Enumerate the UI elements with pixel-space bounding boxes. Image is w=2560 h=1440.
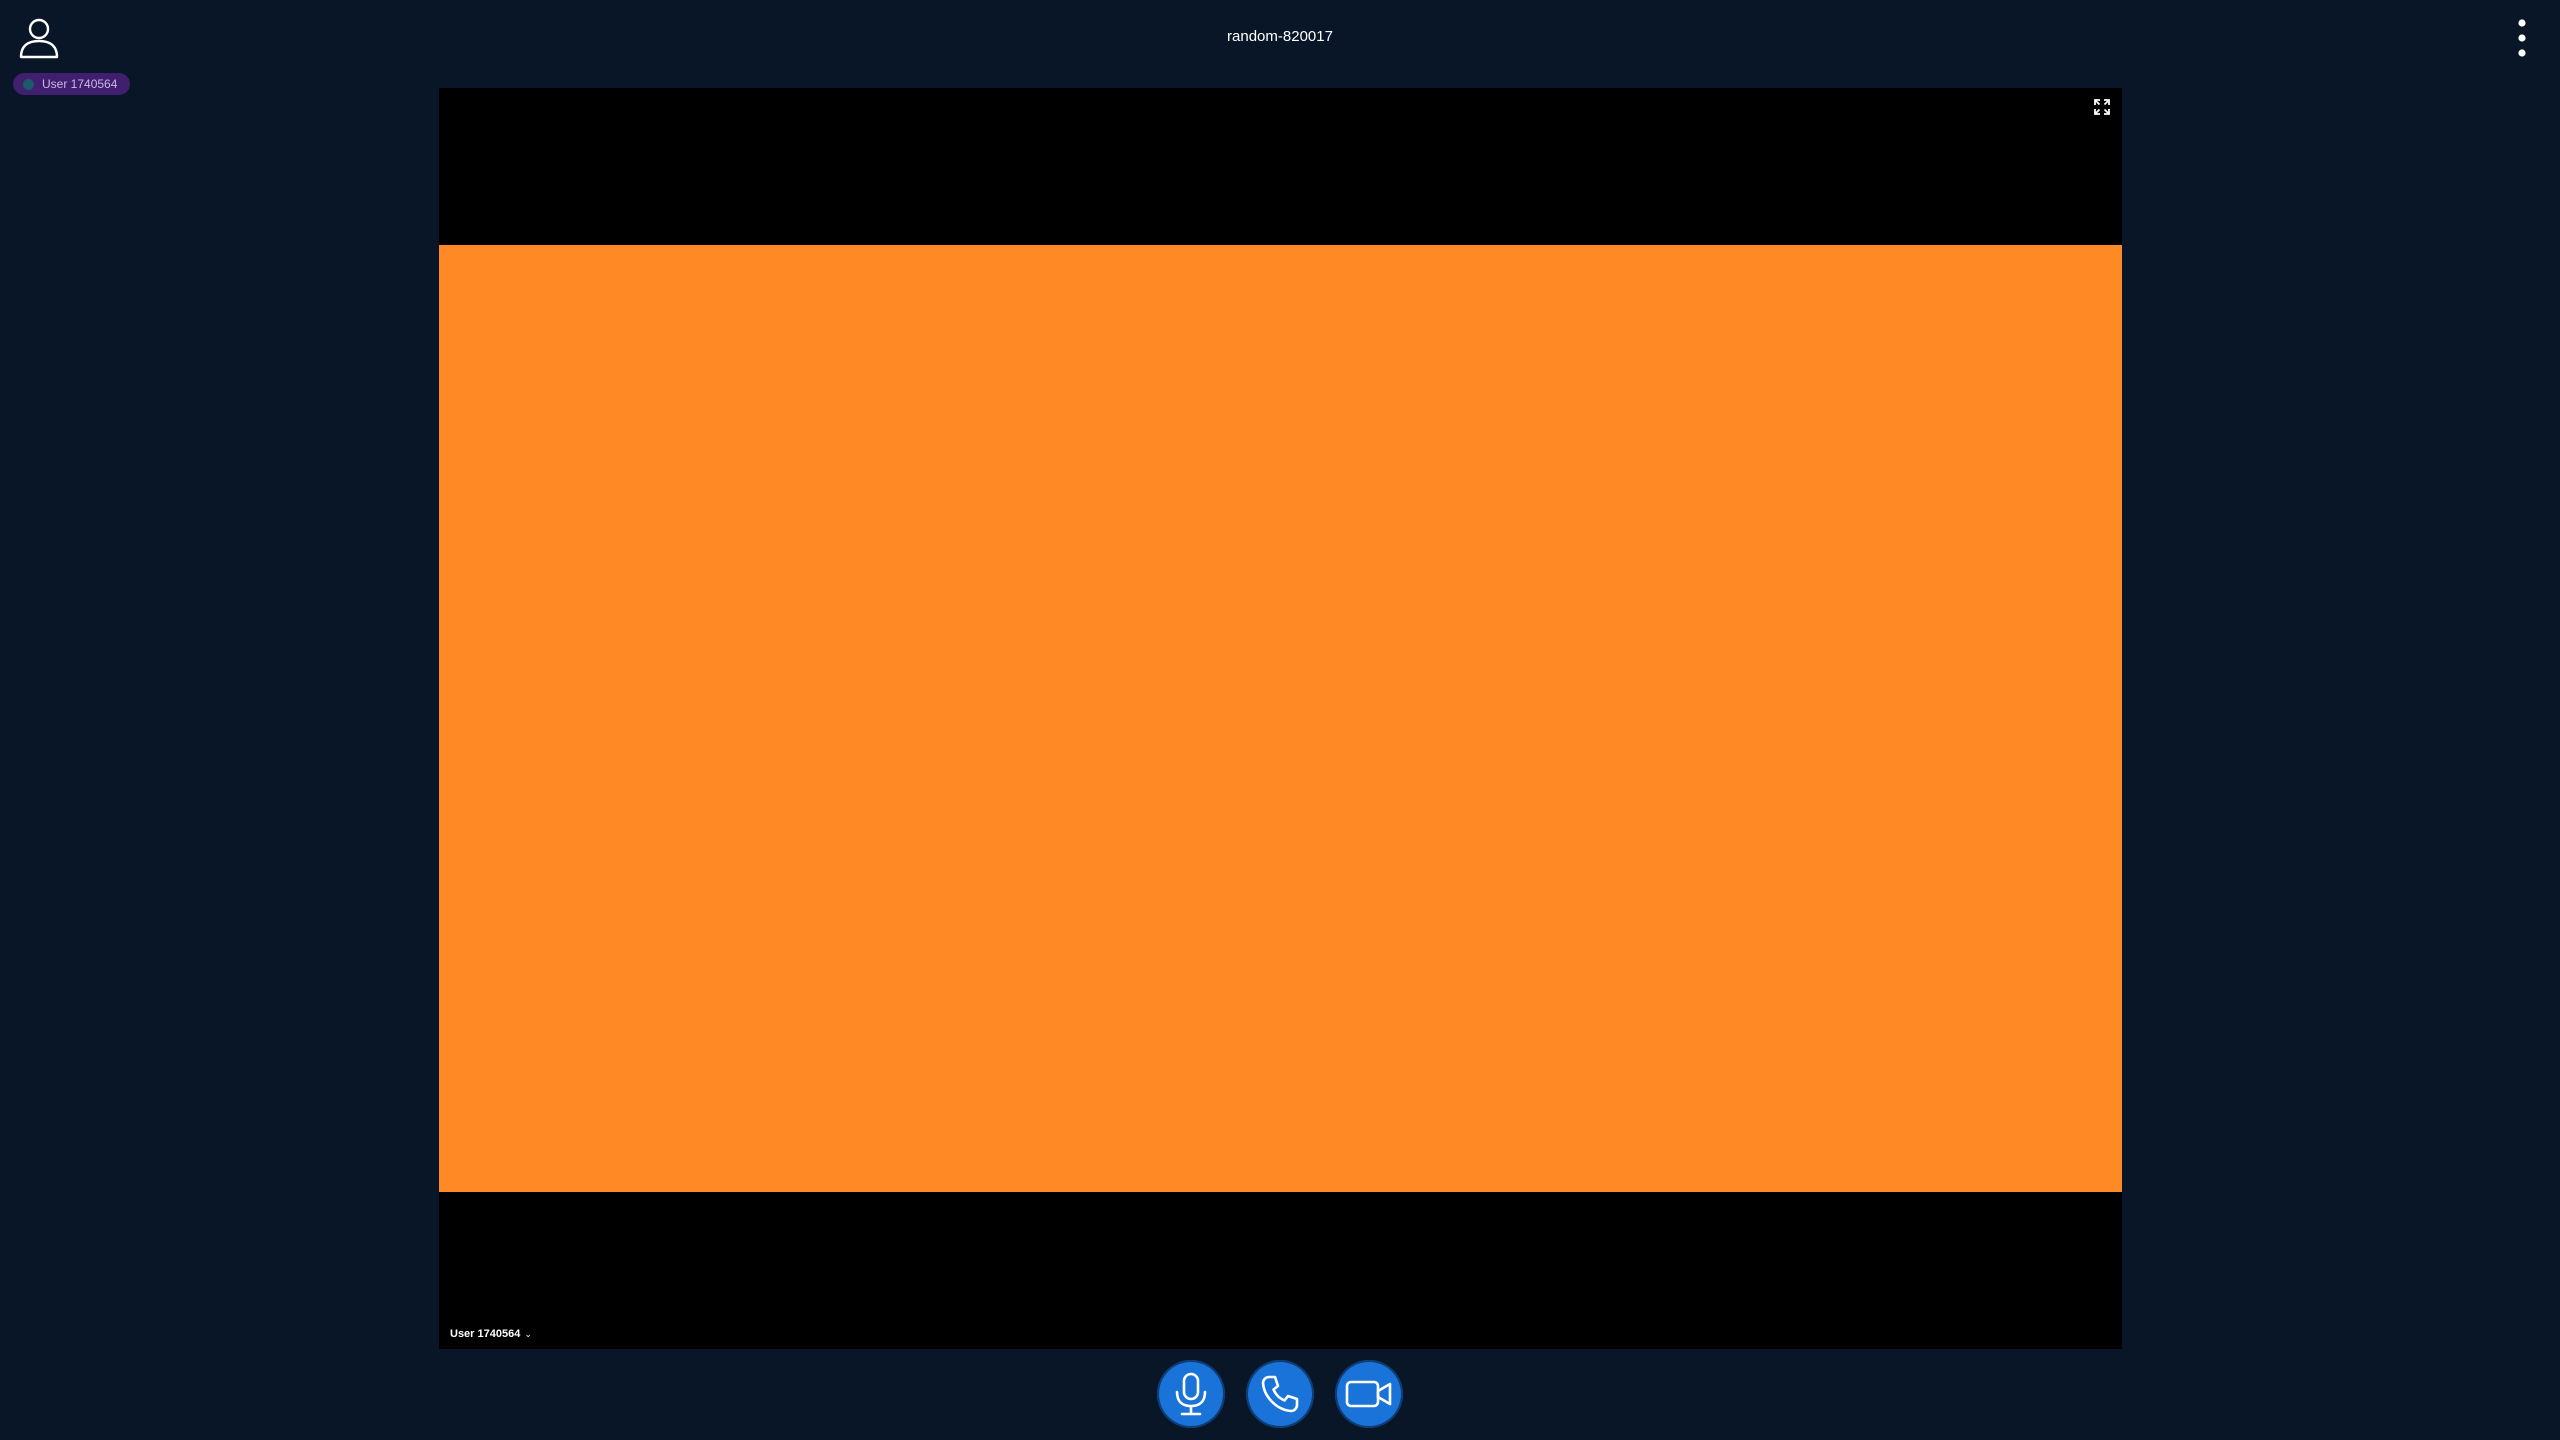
more-vertical-icon	[2518, 19, 2526, 57]
microphone-icon	[1175, 1372, 1207, 1416]
chevron-down-icon: ⌄	[524, 1328, 532, 1339]
camera-button[interactable]	[1335, 1360, 1403, 1428]
video-tile: User 1740564 ⌄	[439, 88, 2122, 1349]
phone-icon	[1261, 1375, 1299, 1413]
video-tile-username: User 1740564	[450, 1328, 521, 1340]
fullscreen-icon	[2094, 99, 2110, 115]
video-feed	[439, 245, 2122, 1192]
video-tile-user-label[interactable]: User 1740564 ⌄	[450, 1328, 532, 1340]
video-camera-icon	[1345, 1380, 1392, 1408]
video-call-app: random-820017 User 1740564 User 1740564 …	[0, 0, 2560, 1440]
participant-chip[interactable]: User 1740564	[13, 73, 131, 95]
room-title: random-820017	[1227, 28, 1333, 45]
more-options-button[interactable]	[2510, 16, 2534, 60]
call-button[interactable]	[1246, 1360, 1314, 1428]
participant-status-dot	[23, 78, 34, 90]
fullscreen-button[interactable]	[2092, 97, 2112, 117]
participant-name: User 1740564	[42, 77, 118, 91]
microphone-button[interactable]	[1157, 1360, 1225, 1428]
